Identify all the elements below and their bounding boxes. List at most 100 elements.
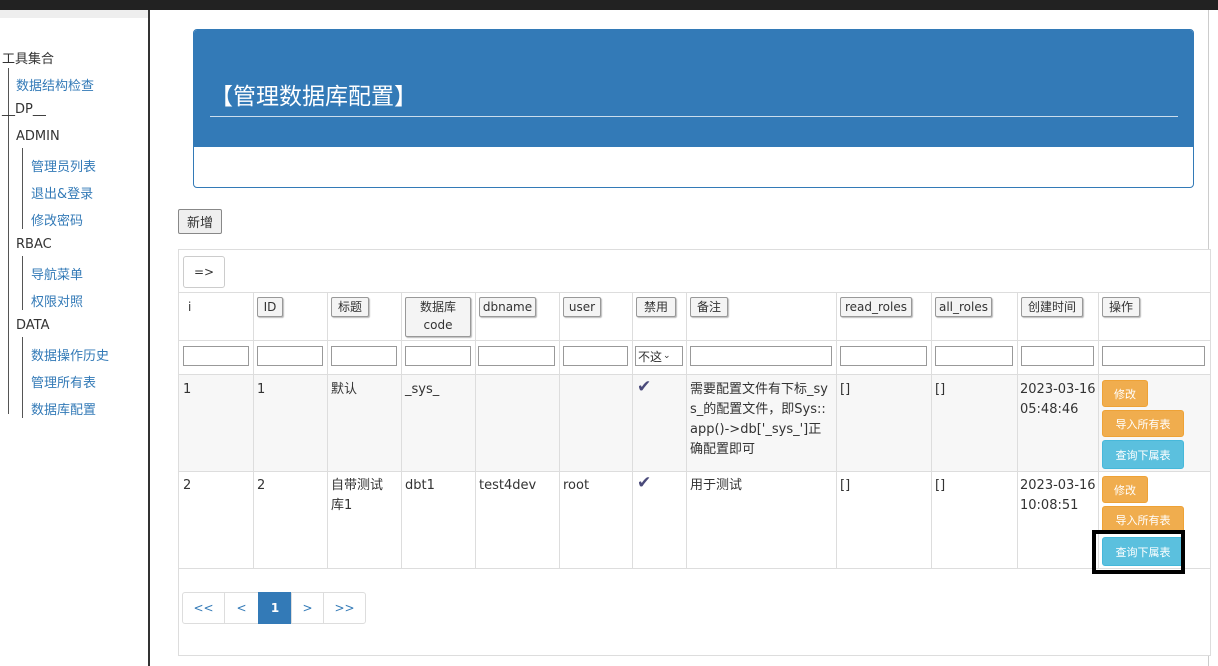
header-dbcode-sort[interactable]: 数据库 code (405, 297, 471, 337)
row-divider (179, 374, 1210, 375)
sidebar-item-data-history[interactable]: 数据操作历史 (31, 345, 109, 364)
filter-read-roles-input[interactable] (840, 346, 927, 366)
cell-user: root (563, 478, 590, 493)
cell-all-roles: [] (935, 382, 946, 397)
cell-note: 需要配置文件有下标_sys_的配置文件，即Sys::app()->db['_sy… (690, 382, 828, 457)
cell-created: 2023-03-16 05:48:46 (1020, 382, 1096, 417)
cell-code: _sys_ (405, 382, 440, 397)
page-next-button[interactable]: > (291, 592, 324, 624)
edit-button[interactable]: 修改 (1102, 476, 1148, 503)
sidebar-root-label: 工具集合 (2, 52, 55, 67)
edit-button[interactable]: 修改 (1102, 380, 1148, 407)
cell-id: 1 (257, 382, 266, 397)
sidebar-group-admin: ADMIN (16, 129, 60, 144)
filter-created-input[interactable] (1021, 346, 1094, 366)
sidebar: 工具集合 数据结构检查 __DP__ ADMIN 管理员列表 退出&登录 修改密… (0, 18, 148, 666)
header-id-sort[interactable]: ID (257, 297, 283, 317)
cell-created: 2023-03-16 10:08:51 (1020, 478, 1096, 513)
toggle-columns-button[interactable]: => (183, 256, 225, 288)
row-divider (179, 568, 1210, 569)
check-icon: ✔ (637, 377, 652, 397)
sidebar-item-db-config[interactable]: 数据库配置 (31, 399, 96, 418)
filter-i-input[interactable] (183, 346, 249, 366)
header-dbname-sort[interactable]: dbname (479, 297, 536, 317)
filter-user-input[interactable] (563, 346, 628, 366)
filter-dbname-input[interactable] (478, 346, 555, 366)
sidebar-item-permissions[interactable]: 权限对照 (31, 291, 83, 310)
header-all-roles-sort[interactable]: all_roles (935, 297, 992, 317)
tree-line (22, 148, 23, 229)
cell-all-roles: [] (935, 478, 946, 493)
sidebar-item-logout-login[interactable]: 退出&登录 (31, 183, 93, 202)
check-icon: ✔ (637, 473, 652, 493)
page-prev-button[interactable]: < (224, 592, 259, 624)
tree-line (8, 68, 9, 414)
page-current-button[interactable]: 1 (258, 592, 292, 624)
row-divider (179, 340, 1210, 341)
cell-i: 1 (183, 382, 192, 397)
cell-code: dbt1 (405, 478, 435, 493)
title-panel: 【管理数据库配置】 (193, 29, 1194, 188)
sidebar-item-schema-check[interactable]: 数据结构检查 (16, 75, 94, 94)
cell-title: 默认 (331, 382, 358, 397)
import-tables-button[interactable]: 导入所有表 (1102, 410, 1184, 437)
tree-line (22, 337, 23, 418)
col-divider (253, 292, 254, 568)
page-title: 【管理数据库配置】 (210, 84, 417, 110)
col-divider (931, 292, 932, 568)
col-divider (401, 292, 402, 568)
header-note-sort[interactable]: 备注 (690, 297, 728, 317)
cell-dbname: test4dev (479, 478, 537, 493)
filter-actions-input[interactable] (1102, 346, 1205, 366)
filter-title-input[interactable] (331, 346, 397, 366)
header-disabled-sort[interactable]: 禁用 (636, 297, 676, 317)
sidebar-divider (148, 10, 150, 666)
filter-disabled-select[interactable]: 不这 ⌄ (635, 346, 683, 366)
sidebar-group-dp: __DP__ (2, 102, 46, 117)
sidebar-top-strip (0, 10, 148, 18)
cell-title: 自带测试库1 (331, 478, 384, 513)
filter-dbcode-input[interactable] (405, 346, 471, 366)
add-button[interactable]: 新增 (178, 209, 222, 234)
cell-note: 用于测试 (690, 478, 743, 493)
sidebar-group-data: DATA (16, 318, 50, 333)
sidebar-item-change-password[interactable]: 修改密码 (31, 210, 83, 229)
filter-id-input[interactable] (257, 346, 323, 366)
page-last-button[interactable]: >> (323, 592, 366, 624)
tree-line (22, 256, 23, 310)
col-divider (836, 292, 837, 568)
col-divider (1098, 292, 1099, 568)
cell-read-roles: [] (840, 382, 851, 397)
col-divider (632, 292, 633, 568)
col-divider (327, 292, 328, 568)
header-i: i (188, 300, 192, 314)
sidebar-group-rbac: RBAC (16, 237, 52, 252)
window-top-bar (0, 0, 1218, 10)
col-divider (559, 292, 560, 568)
sidebar-item-admin-list[interactable]: 管理员列表 (31, 156, 96, 175)
filter-all-roles-input[interactable] (935, 346, 1013, 366)
row-divider (179, 471, 1210, 472)
header-read-roles-sort[interactable]: read_roles (840, 297, 912, 317)
panel-header: 【管理数据库配置】 (194, 30, 1193, 147)
cell-read-roles: [] (840, 478, 851, 493)
pagination: << < 1 > >> (182, 592, 366, 624)
cell-i: 2 (183, 478, 192, 493)
header-created-sort[interactable]: 创建时间 (1021, 297, 1083, 317)
focus-highlight (1092, 530, 1185, 574)
header-actions[interactable]: 操作 (1102, 297, 1140, 317)
header-user-sort[interactable]: user (563, 297, 601, 317)
chevron-down-icon: ⌄ (663, 351, 671, 361)
query-tables-button[interactable]: 查询下属表 (1102, 440, 1184, 469)
row-divider (179, 292, 1210, 293)
col-divider (475, 292, 476, 568)
cell-id: 2 (257, 478, 266, 493)
col-divider (1017, 292, 1018, 568)
filter-disabled-value: 不这 (638, 349, 663, 364)
header-title-sort[interactable]: 标题 (331, 297, 369, 317)
sidebar-item-nav-menu[interactable]: 导航菜单 (31, 264, 83, 283)
sidebar-item-all-tables[interactable]: 管理所有表 (31, 372, 96, 391)
filter-note-input[interactable] (690, 346, 832, 366)
import-tables-button[interactable]: 导入所有表 (1102, 506, 1184, 533)
page-first-button[interactable]: << (182, 592, 225, 624)
